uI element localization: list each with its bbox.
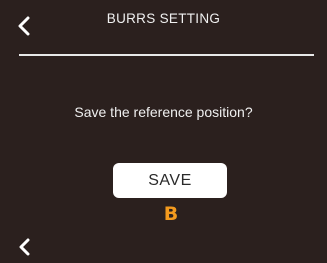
- back-button-bottom[interactable]: [14, 236, 34, 258]
- page-title: BURRS SETTING: [106, 11, 221, 26]
- confirm-question: Save the reference position?: [74, 104, 253, 120]
- save-button[interactable]: SAVE: [113, 163, 227, 198]
- burrs-setting-screen: BURRS SETTING Save the reference positio…: [0, 0, 327, 263]
- header-divider: [19, 54, 314, 56]
- b-badge-icon: B: [160, 204, 182, 224]
- badge-letter: B: [163, 202, 179, 225]
- chevron-left-icon: [19, 238, 30, 256]
